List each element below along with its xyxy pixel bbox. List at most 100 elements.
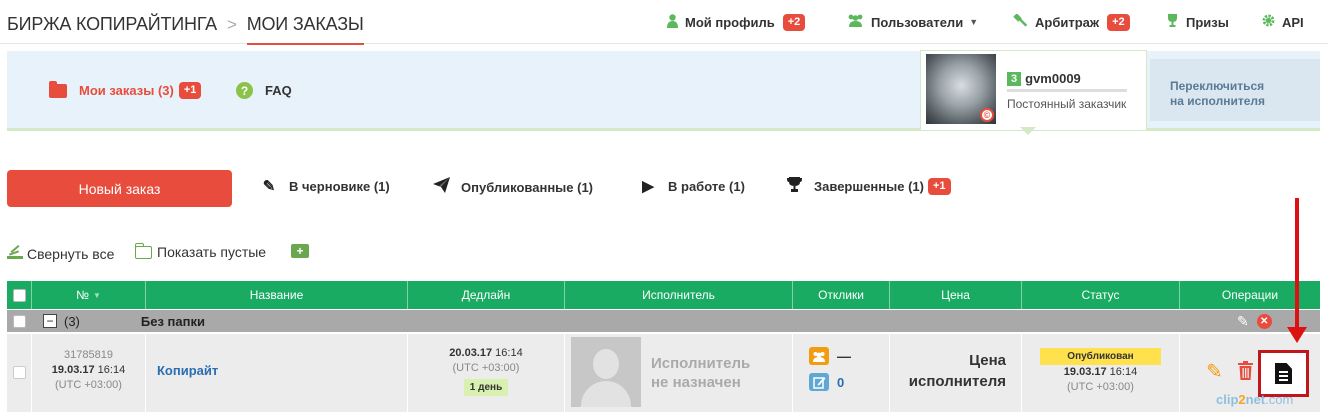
- status-timezone: (UTC +03:00): [1067, 381, 1134, 393]
- tab-drafts[interactable]: ✎ В черновике (1): [261, 177, 390, 195]
- executor-placeholder-avatar: [571, 337, 641, 407]
- column-executor[interactable]: Исполнитель: [565, 281, 793, 309]
- page: БИРЖА КОПИРАЙТИНГА > МОИ ЗАКАЗЫ Мой проф…: [0, 0, 1328, 412]
- username[interactable]: gvm0009: [1025, 71, 1081, 86]
- order-title-link[interactable]: Копирайт: [157, 363, 218, 378]
- menu-arbitrage-label: Арбитраж: [1035, 15, 1100, 30]
- collapse-all-button[interactable]: Свернуть все: [7, 244, 114, 264]
- sort-down-icon: ▼: [92, 290, 101, 300]
- table-row[interactable]: 31785819 19.03.17 16:14 (UTC +03:00) Коп…: [7, 334, 1320, 412]
- question-icon: ?: [236, 82, 253, 99]
- user-icon: [667, 14, 678, 31]
- show-empty-button[interactable]: Показать пустые: [134, 242, 267, 260]
- users-icon: [847, 14, 864, 30]
- gavel-icon: [1012, 13, 1028, 31]
- copyright-badge-icon: ©: [980, 108, 994, 122]
- faq-link[interactable]: ? FAQ: [236, 82, 292, 99]
- profile-card[interactable]: © 3 gvm0009 Постоянный заказчик: [920, 50, 1147, 130]
- document-button[interactable]: [1258, 350, 1309, 397]
- comments-count: 0: [837, 374, 845, 390]
- menu-users[interactable]: Пользователи ▼: [847, 14, 978, 30]
- tab-published[interactable]: Опубликованные (1): [433, 177, 593, 197]
- executor-status: Исполнитель не назначен: [651, 354, 750, 392]
- responses-count: —: [837, 348, 851, 364]
- order-id: 31785819: [64, 349, 113, 361]
- column-status[interactable]: Статус: [1022, 281, 1180, 309]
- orders-table-header: № ▼ Название Дедлайн Исполнитель Отклики…: [7, 281, 1320, 309]
- profile-badge: +2: [782, 14, 806, 31]
- tab-published-label: Опубликованные (1): [461, 179, 594, 195]
- price-line2: исполнителя: [908, 373, 1006, 390]
- breadcrumb-separator: >: [226, 14, 237, 34]
- my-orders-label: Мои заказы (3): [79, 83, 174, 98]
- play-icon: ▶: [642, 178, 654, 195]
- account-panel: Мои заказы (3) +1 ? FAQ © 3 gvm0009 Пост…: [7, 50, 1320, 131]
- new-order-button[interactable]: Новый заказ: [7, 170, 232, 207]
- responses-count-row[interactable]: —: [809, 347, 851, 365]
- select-all-checkbox[interactable]: [12, 288, 26, 302]
- status-badge: Опубликован: [1040, 348, 1161, 365]
- add-folder-button[interactable]: +: [291, 244, 309, 258]
- avatar-body-shape: [581, 381, 631, 407]
- edit-group-icon[interactable]: ✎: [1237, 313, 1249, 330]
- annotation-arrow-line: [1295, 198, 1299, 330]
- watermark-part1: clip: [1216, 392, 1239, 407]
- edit-note-icon: [809, 373, 829, 391]
- group-operations: ✎ ✕: [1237, 313, 1272, 330]
- my-orders-badge: +1: [178, 82, 202, 99]
- group-count: (3): [64, 313, 80, 329]
- price-line1: Цена: [969, 352, 1006, 369]
- pencil-icon: ✎: [262, 178, 276, 195]
- menu-prizes[interactable]: Призы: [1166, 14, 1229, 30]
- paper-plane-icon: [433, 177, 450, 197]
- menu-profile-label: Мой профиль: [685, 15, 775, 30]
- status-cell: Опубликован 19.03.17 16:14 (UTC +03:00): [1022, 334, 1180, 412]
- column-deadline[interactable]: Дедлайн: [408, 281, 565, 309]
- trash-icon[interactable]: [1238, 361, 1253, 380]
- status-time: 16:14: [1109, 366, 1138, 378]
- comments-count-row[interactable]: 0: [809, 373, 844, 391]
- column-number[interactable]: № ▼: [32, 281, 146, 309]
- created-timezone: (UTC +03:00): [55, 379, 122, 391]
- executor-line1: Исполнитель: [651, 355, 751, 372]
- my-orders-link[interactable]: Мои заказы (3) +1: [49, 80, 202, 99]
- group-checkbox[interactable]: [13, 314, 26, 328]
- column-title[interactable]: Название: [146, 281, 408, 309]
- responses-cell: — 0: [793, 334, 890, 412]
- tab-in-progress[interactable]: ▶ В работе (1): [640, 177, 745, 195]
- tab-in-progress-label: В работе (1): [668, 178, 745, 194]
- breadcrumb-root[interactable]: БИРЖА КОПИРАЙТИНГА: [7, 14, 217, 35]
- created-date: 19.03.17: [51, 364, 95, 376]
- deadline-time: 16:14: [495, 347, 523, 359]
- column-responses[interactable]: Отклики: [793, 281, 890, 309]
- order-id-cell: 31785819 19.03.17 16:14 (UTC +03:00): [32, 334, 146, 412]
- menu-arbitrage[interactable]: Арбитраж +2: [1012, 13, 1130, 31]
- switch-to-executor-button[interactable]: Переключиться на исполнителя: [1150, 59, 1320, 121]
- column-operations: Операции: [1221, 288, 1279, 302]
- deadline-left-badge: 1 день: [463, 379, 509, 396]
- watermark-part4: .com: [1265, 392, 1294, 407]
- breadcrumb: БИРЖА КОПИРАЙТИНГА > МОИ ЗАКАЗЫ: [7, 14, 364, 45]
- menu-api[interactable]: API: [1262, 14, 1304, 30]
- deadline-timezone: (UTC +03:00): [452, 362, 520, 374]
- document-icon: [1275, 363, 1292, 384]
- menu-profile[interactable]: Мой профиль +2: [667, 14, 806, 31]
- switch-label-line2: на исполнителя: [1170, 94, 1266, 108]
- trophy-icon: [1166, 14, 1179, 30]
- show-empty-label: Показать пустые: [157, 244, 267, 260]
- collapse-group-icon[interactable]: −: [43, 314, 57, 328]
- tab-completed[interactable]: Завершенные (1) +1: [786, 177, 951, 196]
- user-level: 3 gvm0009: [1007, 71, 1081, 86]
- executor-cell: Исполнитель не назначен: [565, 334, 793, 412]
- row-checkbox[interactable]: [13, 366, 26, 379]
- edit-order-icon[interactable]: ✎: [1206, 359, 1223, 384]
- gear-icon: [1262, 14, 1275, 30]
- price-cell: Цена исполнителя: [890, 334, 1022, 412]
- watermark: clip2net.com: [1216, 392, 1293, 407]
- completed-badge: +1: [927, 178, 951, 195]
- delete-group-icon[interactable]: ✕: [1256, 314, 1272, 329]
- executor-line2: не назначен: [651, 374, 741, 391]
- column-price[interactable]: Цена: [890, 281, 1022, 309]
- avatar[interactable]: ©: [926, 54, 996, 124]
- folder-icon: [49, 80, 67, 98]
